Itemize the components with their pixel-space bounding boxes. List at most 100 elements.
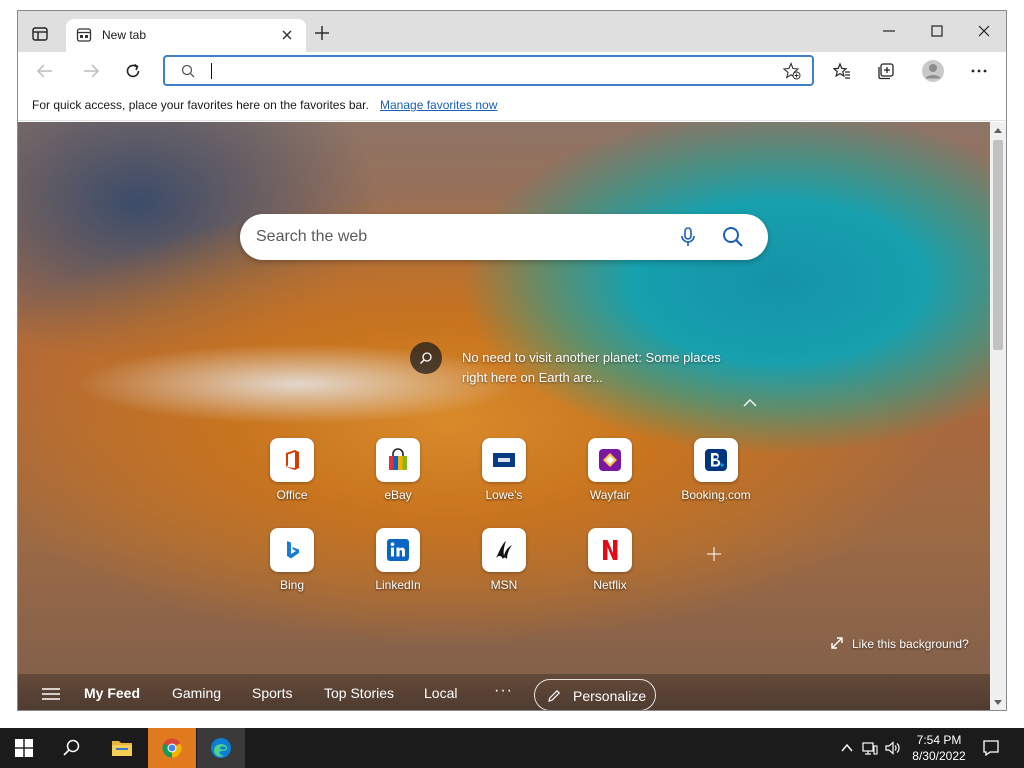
web-search-input[interactable] [256,226,656,248]
more-options-icon[interactable] [970,62,988,80]
personalize-button[interactable]: Personalize [534,679,656,710]
add-site-plus-icon[interactable] [706,546,722,562]
tile-label: Netflix [593,578,627,592]
ebay-icon [389,448,407,470]
tile-icon-frame [270,438,314,482]
scroll-down-arrow-icon[interactable] [994,698,1002,706]
taskbar-chrome[interactable] [148,728,196,768]
search-icon[interactable] [722,226,744,248]
close-window-icon[interactable] [976,23,992,39]
bing-icon [287,541,299,559]
feed-tab-gaming[interactable]: Gaming [172,685,221,701]
quick-link-tile[interactable]: LinkedIn [353,528,443,598]
tab-strip: New tab [18,11,1006,52]
taskbar-edge[interactable] [197,728,245,768]
quick-link-tile[interactable]: Office [247,438,337,508]
tile-icon-frame [694,438,738,482]
feed-tab-sports[interactable]: Sports [252,685,292,701]
new-tab-page: No need to visit another planet: Some pl… [18,122,990,710]
favorites-bar: For quick access, place your favorites h… [18,90,1006,121]
show-hidden-icons-chevron-icon[interactable] [839,740,855,756]
tile-icon-frame [588,528,632,572]
tile-label: eBay [384,488,412,502]
tile-label: Office [276,488,308,502]
notifications-icon[interactable] [982,739,1000,757]
tile-icon-frame [270,528,314,572]
tile-label: Wayfair [589,488,631,502]
folder-icon [112,741,132,756]
lowes-icon [493,453,515,467]
page-scrollbar[interactable] [990,122,1006,710]
forward-icon[interactable] [82,62,100,80]
image-search-icon [420,352,432,364]
quick-link-tile[interactable]: Bing [247,528,337,598]
tile-label: Bing [279,578,305,592]
clock-time: 7:54 PM [916,733,962,747]
address-input[interactable] [209,61,769,81]
close-tab-icon[interactable] [280,28,294,42]
profile-avatar-icon[interactable] [921,59,945,83]
quick-link-tile[interactable]: Lowe's [459,438,549,508]
web-search-box[interactable] [240,214,768,260]
personalize-label: Personalize [573,688,647,704]
tile-label: Lowe's [485,488,523,502]
tab-actions-icon[interactable] [30,24,50,44]
news-feed-bar: My Feed Gaming Sports Top Stories Local … [18,674,990,710]
new-tab-plus-icon[interactable] [314,25,330,41]
quick-link-tile[interactable]: Booking.com [671,438,761,508]
collections-icon[interactable] [877,62,895,80]
scrollbar-thumb[interactable] [993,140,1003,350]
new-tab-page-icon [76,28,92,42]
text-caret [211,63,212,79]
back-icon[interactable] [36,62,54,80]
taskbar-file-explorer[interactable] [98,728,146,768]
quick-link-tile[interactable]: Netflix [565,528,655,598]
feed-more-button[interactable]: ··· [494,682,513,700]
scroll-up-arrow-icon[interactable] [994,127,1002,135]
favorites-bar-message: For quick access, place your favorites h… [32,98,369,112]
tab-title: New tab [102,28,147,42]
tab-new-tab[interactable]: New tab [66,19,306,52]
tile-label: Booking.com [681,488,751,502]
tile-icon-frame [376,438,420,482]
edge-icon [211,738,231,758]
add-favorite-icon[interactable] [783,62,801,80]
system-clock[interactable]: 7:54 PM 8/30/2022 [904,732,974,764]
chrome-icon [162,738,182,758]
feed-tab-my-feed[interactable]: My Feed [84,685,140,701]
maximize-icon[interactable] [929,23,945,39]
image-info-button[interactable] [410,342,442,374]
manage-favorites-link[interactable]: Manage favorites now [380,98,497,112]
quick-link-tile[interactable]: MSN [459,528,549,598]
wayfair-icon [599,449,621,471]
minimize-icon[interactable] [881,23,897,39]
refresh-icon[interactable] [124,62,142,80]
start-button[interactable] [0,728,48,768]
quick-link-tile[interactable]: Wayfair [565,438,655,508]
clock-date: 8/30/2022 [912,749,966,763]
volume-icon[interactable] [884,740,900,756]
background-caption[interactable]: No need to visit another planet: Some pl… [462,348,722,388]
favorites-icon[interactable] [833,62,851,80]
network-icon[interactable] [862,740,878,756]
msn-icon [496,541,512,559]
taskbar: 7:54 PM 8/30/2022 [0,728,1024,768]
microphone-icon[interactable] [678,226,698,248]
feed-tab-top-stories[interactable]: Top Stories [324,685,394,701]
address-search-icon [181,64,195,78]
feed-tab-local[interactable]: Local [424,685,457,701]
address-bar[interactable] [163,55,814,86]
browser-window: New tab For quick access, place your fav… [17,10,1007,711]
tile-label: LinkedIn [375,578,421,592]
tile-icon-frame [482,438,526,482]
tile-icon-frame [588,438,632,482]
search-icon [63,739,80,756]
quick-link-tile[interactable]: eBay [353,438,443,508]
netflix-icon [603,540,618,560]
chevron-up-icon[interactable] [743,398,757,408]
tile-icon-frame [376,528,420,572]
tile-label: MSN [490,578,518,592]
expand-icon [831,637,843,649]
hamburger-menu-icon[interactable] [42,687,60,701]
taskbar-search-button[interactable] [48,728,96,768]
